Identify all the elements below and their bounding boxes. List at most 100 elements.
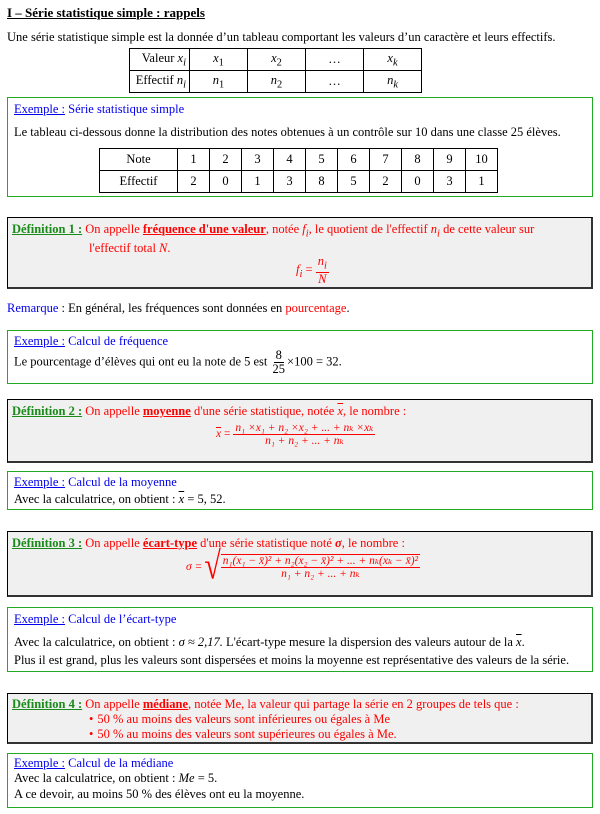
definition-text: d'une série statistique, notée: [190, 404, 338, 418]
row-header: Note: [99, 148, 178, 171]
example-label: Exemple :: [14, 475, 66, 489]
symbol: σ: [335, 536, 342, 550]
effectif-cell: 2: [177, 170, 210, 193]
text: Avec la calculatrice, on obtient :: [14, 635, 179, 649]
text: ×100 = 32.: [287, 354, 342, 369]
definition-text: l'effectif total: [89, 241, 160, 255]
example-label: Exemple :: [14, 756, 66, 770]
numerator: ni: [315, 254, 329, 274]
example-box-frequency: Exemple : Calcul de fréquence Le pourcen…: [7, 330, 593, 384]
definition-text: On appelle: [85, 222, 143, 236]
remark-text: : En général, les fréquences sont donnée…: [58, 301, 286, 315]
row-header-label: Effectif: [135, 72, 174, 87]
example-text: A ce devoir, au moins 50 % des élèves on…: [14, 787, 305, 801]
row-header: Valeur xi: [129, 48, 190, 71]
denominator: n₁ + n₂ + ... + nₖ: [265, 435, 344, 448]
example-text: Le tableau ci-dessous donne la distribut…: [14, 125, 561, 139]
definition-bullet: • 50 % au moins des valeurs sont inférieu…: [89, 712, 390, 727]
text: Avec la calculatrice, on obtient :: [14, 492, 179, 506]
fraction: n₁ ×x₁ + n₂ ×x₂ + ... + nₖ ×xₖ n₁ + n₂ +…: [233, 422, 376, 448]
row-header: Effectif ni: [129, 70, 190, 93]
subscript: i: [183, 79, 186, 91]
example-box-mean: Exemple : Calcul de la moyenne Avec la c…: [7, 471, 593, 510]
definition-term: moyenne: [142, 404, 191, 418]
example-title: Calcul de l’écart-type: [68, 612, 177, 626]
definition-label: Définition 2 :: [12, 404, 83, 418]
example-text: Plus il est grand, plus les valeurs sont…: [14, 653, 570, 667]
effectif-cell: 8: [305, 170, 338, 193]
text: Avec la calculatrice, on obtient :: [14, 771, 179, 785]
numerator: n₁ ×x₁ + n₂ ×x₂ + ... + nₖ ×xₖ: [233, 422, 376, 436]
effectif-cell: 0: [401, 170, 434, 193]
example-label: Exemple :: [14, 334, 66, 348]
table-cell: x2: [247, 48, 306, 71]
example-heading: Exemple : Calcul de la moyenne: [14, 475, 177, 490]
row-header-label: Valeur: [141, 50, 175, 65]
subscript: i: [183, 57, 186, 69]
table-row: Note 1 2 3 4 5 6 7 8 9 10: [99, 148, 498, 171]
sqrt-icon: √: [204, 544, 221, 588]
fraction: 8 25: [271, 348, 288, 376]
note-cell: 4: [273, 148, 306, 171]
definition-text: , notée Me, la valeur qui partage la sér…: [188, 697, 519, 711]
note-cell: 9: [433, 148, 466, 171]
section-title: I – Série statistique simple : rappels: [7, 5, 205, 20]
definition-box-mean: Définition 2 : On appelle moyenne d'une …: [7, 399, 593, 463]
effectif-cell: 5: [337, 170, 370, 193]
effectif-cell: 1: [465, 170, 498, 193]
example-title: Calcul de la moyenne: [68, 475, 177, 489]
bullet-text: 50 % au moins des valeurs sont supérieur…: [97, 727, 397, 741]
frequency-formula: fi = ni N: [296, 254, 329, 287]
example-text: Avec la calculatrice, on obtient : σ ≈ 2…: [14, 635, 525, 650]
table-row: Valeur xi x1 x2 … xk: [129, 48, 422, 71]
definition-line: Définition 4 : On appelle médiane, notée…: [12, 697, 519, 712]
example-title: Calcul de la médiane: [68, 756, 174, 770]
example-text: Avec la calculatrice, on obtient : Me = …: [14, 771, 217, 786]
punctuation: .: [346, 301, 350, 315]
note-cell: 2: [209, 148, 242, 171]
note-cell: 10: [465, 148, 498, 171]
numerator: 8: [273, 348, 284, 364]
definition-text: On appelle: [85, 536, 143, 550]
definition-term: médiane: [142, 697, 189, 711]
effectif-cell: 3: [273, 170, 306, 193]
example-label: Exemple :: [14, 102, 66, 116]
fraction: ni N: [315, 254, 329, 287]
remark-highlight: pourcentage: [285, 301, 347, 315]
effectif-cell: 0: [209, 170, 242, 193]
bullet-text: 50 % au moins des valeurs sont inférieur…: [97, 712, 391, 726]
definition-term: écart-type: [142, 536, 198, 550]
remark-label: Remarque: [7, 301, 59, 315]
example-text: Le pourcentage d’élèves qui ont eu la no…: [14, 348, 342, 376]
value: σ ≈ 2,17.: [178, 635, 223, 649]
definition-text: , le quotient de l'effectif: [308, 222, 431, 236]
definition-text: , notée: [265, 222, 303, 236]
table-cell: …: [305, 70, 364, 93]
punctuation: .: [521, 635, 525, 649]
definition-text: On appelle: [85, 404, 143, 418]
example-text: Avec la calculatrice, on obtient : x = 5…: [14, 492, 226, 507]
symbol: σ =: [186, 561, 203, 573]
note-cell: 3: [241, 148, 274, 171]
example-heading: Exemple : Calcul de fréquence: [14, 334, 168, 349]
bullet-icon: •: [89, 727, 94, 741]
definition-term: fréquence d'une valeur: [142, 222, 266, 236]
definition-line: Définition 1 : On appelle fréquence d'un…: [12, 222, 534, 240]
value: = 5, 52.: [184, 492, 226, 506]
general-series-table: Valeur xi x1 x2 … xk Effectif ni n1 n2 ……: [129, 48, 422, 93]
equals: =: [302, 262, 316, 277]
mean-formula: x = n₁ ×x₁ + n₂ ×x₂ + ... + nₖ ×xₖ n₁ + …: [216, 422, 376, 448]
definition-text: de cette valeur sur: [439, 222, 535, 236]
denominator: n₁ + n₂ + ... + nₖ: [281, 568, 360, 580]
intro-text: Une série statistique simple est la donn…: [7, 30, 556, 44]
table-cell: …: [305, 48, 364, 71]
bullet-icon: •: [89, 712, 94, 726]
symbol: x: [216, 428, 222, 441]
effectif-cell: 1: [241, 170, 274, 193]
definition-line: l'effectif total N.: [89, 241, 171, 256]
definition-label: Définition 4 :: [12, 697, 83, 711]
table-cell: nk: [363, 70, 422, 93]
example-heading: Exemple : Calcul de la médiane: [14, 756, 173, 771]
example-box-series: Exemple : Série statistique simple Le ta…: [7, 97, 593, 197]
example-box-std-dev: Exemple : Calcul de l’écart-type Avec la…: [7, 607, 593, 672]
